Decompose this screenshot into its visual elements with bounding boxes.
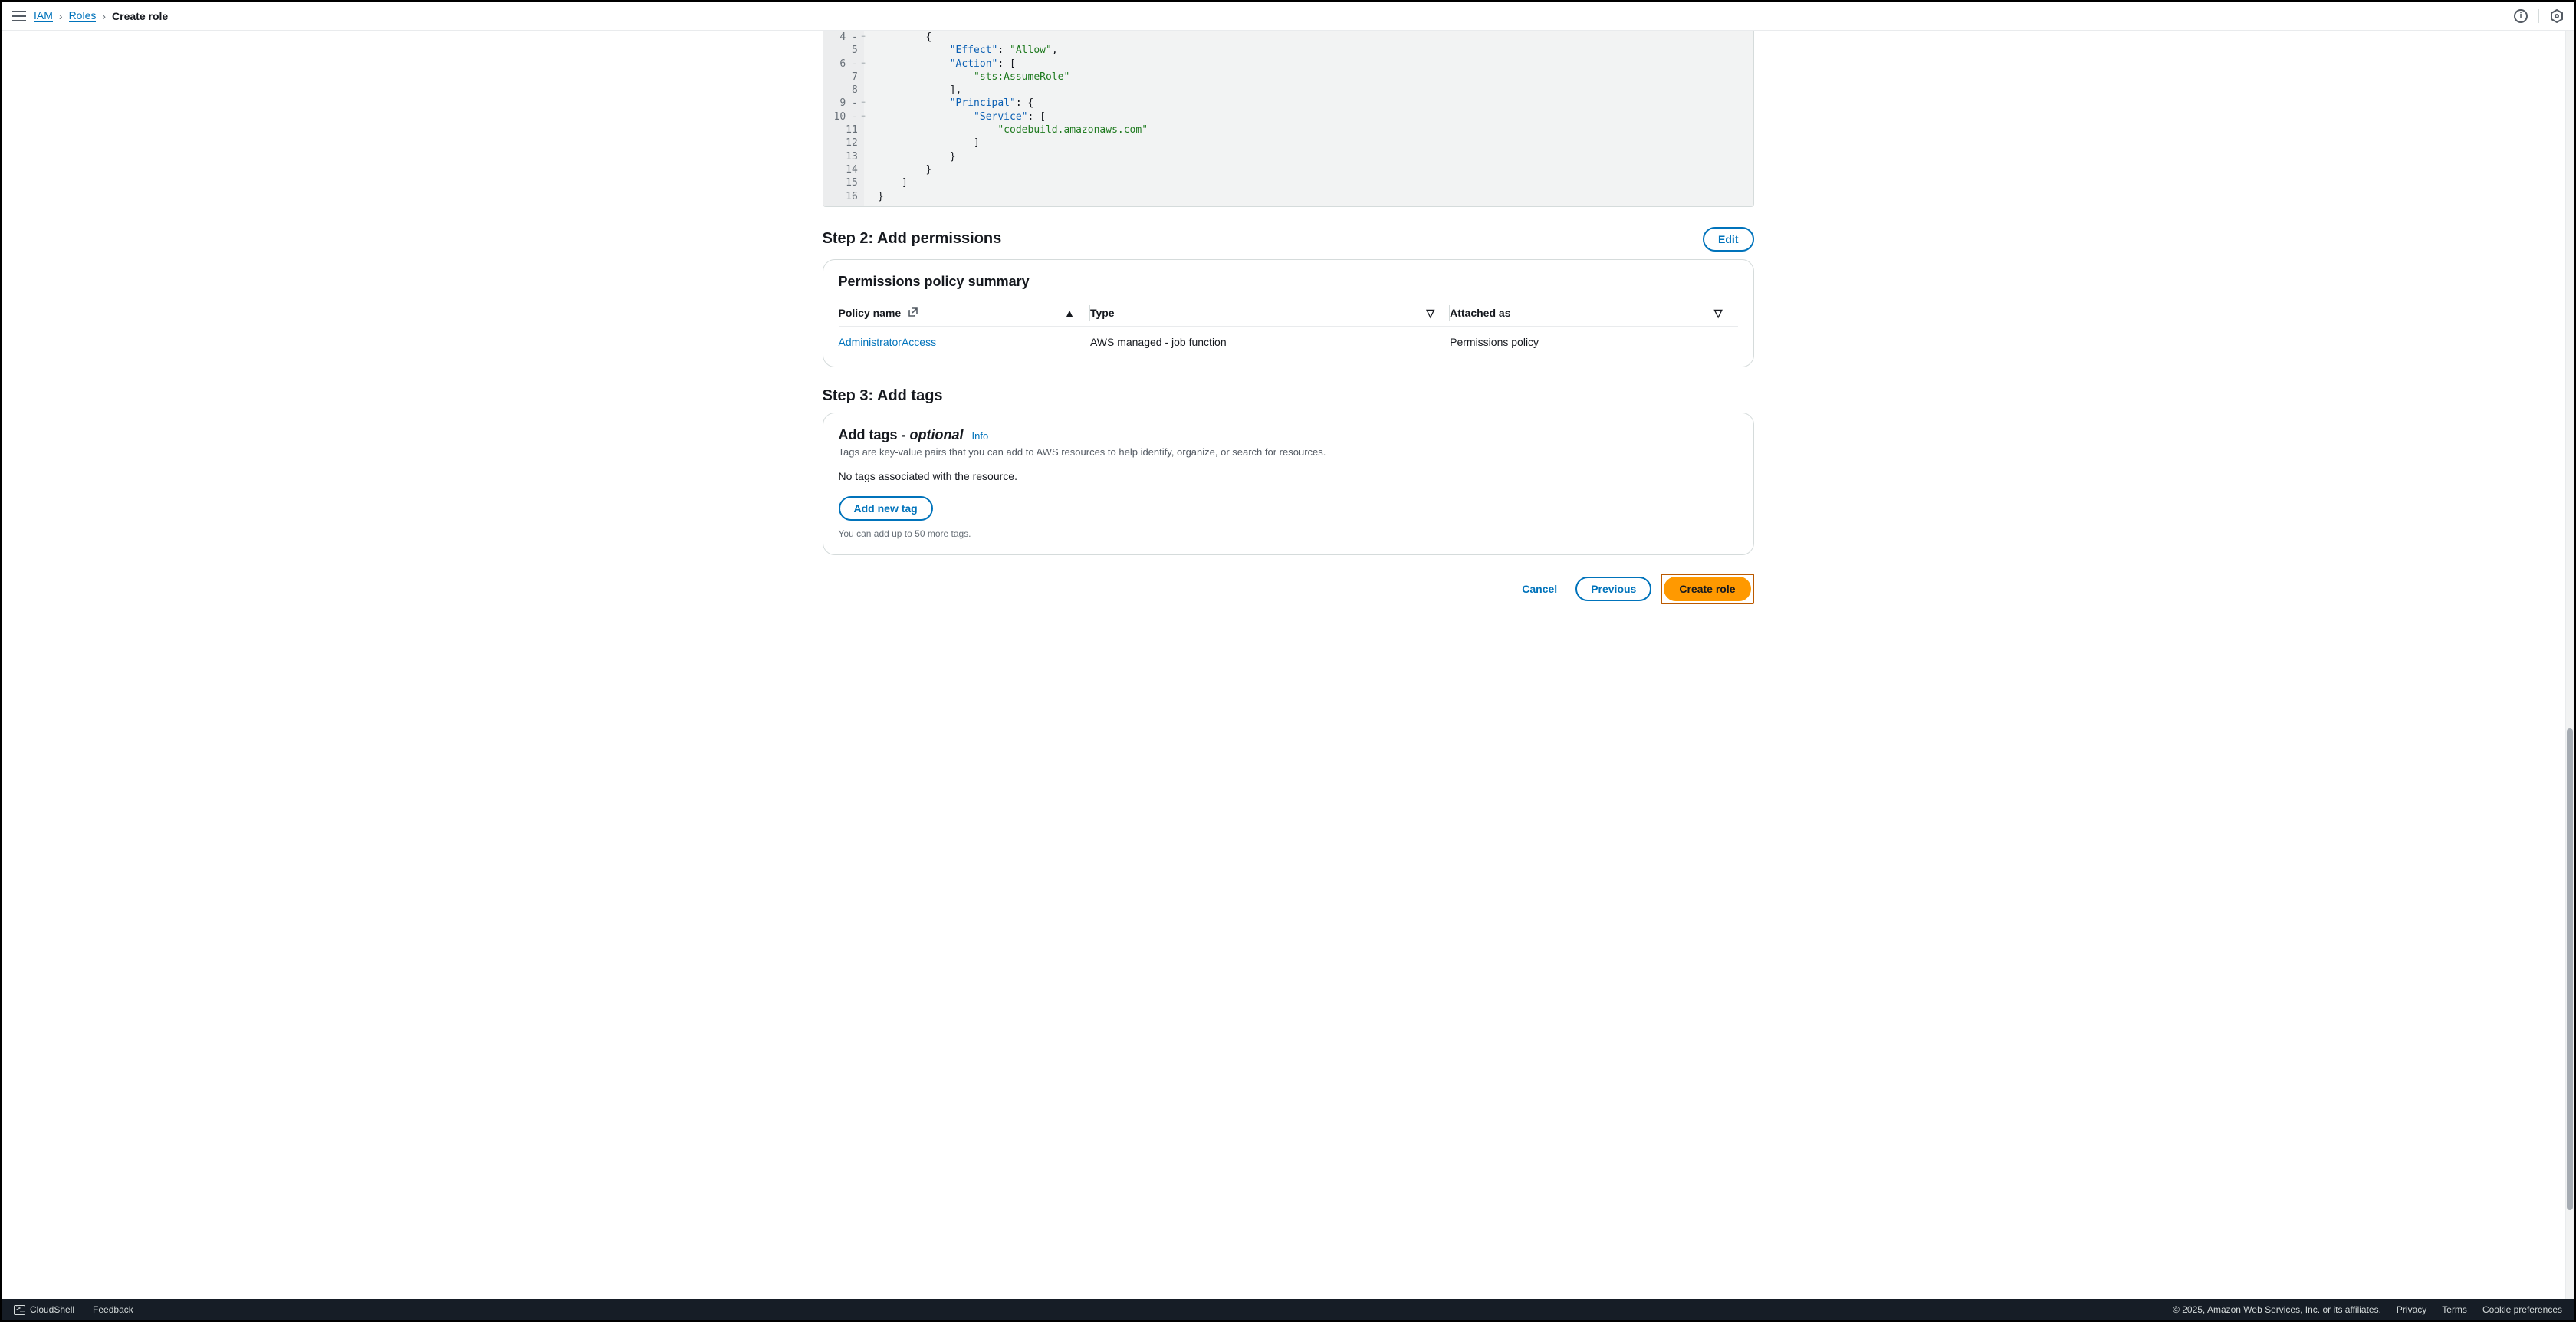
wizard-footer: Cancel Previous Create role [823,574,1754,604]
help-icon[interactable]: i [2514,9,2528,23]
scrollbar-thumb[interactable] [2567,728,2573,1211]
settings-hex-icon[interactable] [2550,9,2564,23]
add-tag-button[interactable]: Add new tag [839,496,933,521]
cancel-button[interactable]: Cancel [1513,578,1566,600]
scrollbar[interactable] [2565,31,2574,1299]
create-role-highlight: Create role [1661,574,1753,604]
policy-type: AWS managed - job function [1090,326,1450,351]
cookie-prefs-link[interactable]: Cookie preferences [2482,1304,2562,1315]
breadcrumb-roles[interactable]: Roles [69,9,97,22]
chevron-right-icon: › [59,10,63,22]
step3-header: Step 3: Add tags [823,387,1754,405]
tags-panel: Add tags - optional Info Tags are key-va… [823,413,1754,555]
step3-heading: Step 3: Add tags [823,387,943,405]
tags-panel-title: Add tags - optional Info [839,427,1738,443]
tags-title-optional: optional [910,427,964,442]
table-row: AdministratorAccess AWS managed - job fu… [839,326,1738,351]
create-role-button[interactable]: Create role [1664,577,1750,601]
policy-attached-as: Permissions policy [1450,326,1737,351]
col-policy-name-label: Policy name [839,307,902,319]
tags-empty-text: No tags associated with the resource. [839,470,1738,482]
code-gutter: 4 -56 -789 -10 -111213141516 [823,31,864,206]
step2-heading: Step 2: Add permissions [823,230,1002,248]
cloudshell-icon [14,1305,25,1315]
terms-link[interactable]: Terms [2442,1304,2467,1315]
col-attached-label: Attached as [1450,307,1510,319]
privacy-link[interactable]: Privacy [2397,1304,2426,1315]
divider [2538,9,2539,23]
filter-icon[interactable]: ▽ [1426,307,1434,320]
cloudshell-label: CloudShell [30,1304,74,1315]
tags-title-main: Add tags - [839,427,910,442]
permissions-panel-title: Permissions policy summary [839,274,1738,290]
col-attached[interactable]: Attached as ▽ [1450,301,1737,327]
policy-link[interactable]: AdministratorAccess [839,336,937,348]
breadcrumb: IAM › Roles › Create role [34,9,168,22]
cloudshell-button[interactable]: CloudShell [14,1304,74,1315]
edit-permissions-button[interactable]: Edit [1703,227,1753,252]
filter-icon[interactable]: ▽ [1714,307,1723,320]
topbar-actions: i [2514,9,2564,23]
code-body[interactable]: { "Effect": "Allow", "Action": [ "sts:As… [864,31,1753,206]
col-type-label: Type [1090,307,1115,319]
sort-asc-icon[interactable]: ▲ [1064,307,1075,319]
chevron-right-icon: › [102,10,106,22]
feedback-link[interactable]: Feedback [93,1304,133,1315]
trust-policy-editor[interactable]: 4 -56 -789 -10 -111213141516 { "Effect":… [823,31,1754,207]
main-content: 4 -56 -789 -10 -111213141516 { "Effect":… [2,31,2574,1299]
info-link[interactable]: Info [972,430,989,442]
copyright-text: © 2025, Amazon Web Services, Inc. or its… [2173,1304,2381,1315]
tags-hint: You can add up to 50 more tags. [839,528,1738,539]
breadcrumb-current: Create role [112,10,168,22]
top-bar: IAM › Roles › Create role i [2,2,2574,31]
col-policy-name[interactable]: Policy name ▲ [839,301,1090,327]
bottom-bar: CloudShell Feedback © 2025, Amazon Web S… [2,1299,2574,1320]
tags-description: Tags are key-value pairs that you can ad… [839,446,1738,458]
previous-button[interactable]: Previous [1576,577,1651,601]
menu-icon[interactable] [12,11,26,21]
breadcrumb-iam[interactable]: IAM [34,9,53,22]
external-link-icon [909,307,918,319]
col-type[interactable]: Type ▽ [1090,301,1450,327]
step2-header: Step 2: Add permissions Edit [823,227,1754,252]
permissions-panel: Permissions policy summary Policy name ▲ [823,259,1754,367]
permissions-table: Policy name ▲ Type ▽ [839,301,1738,351]
